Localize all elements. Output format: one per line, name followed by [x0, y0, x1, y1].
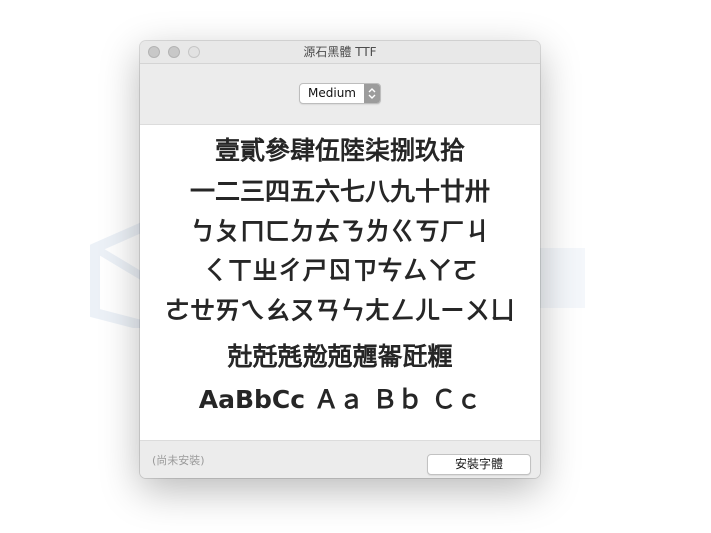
font-weight-select-value: Medium: [308, 86, 356, 100]
font-preview-window: 源石黑體 TTF Medium 壹貳參肆伍陸柒捌玖拾 一二三四五六七八九十廿卅 …: [140, 41, 540, 478]
window-title: 源石黑體 TTF: [303, 45, 377, 59]
preview-line: AaBbCc Ａａ Ｂｂ Ｃｃ: [198, 385, 482, 414]
footer-bar: (尚未安裝) 安裝字體: [140, 441, 540, 478]
preview-line: 壹貳參肆伍陸柒捌玖拾: [214, 136, 465, 165]
preview-line: ㄑㄒㄓㄔㄕㄖㄗㄘㄙㄚㄛ: [202, 256, 478, 285]
preview-line: ㄜㄝㄞㄟㄠㄡㄢㄣㄤㄥㄦㄧㄨㄩ: [164, 296, 515, 325]
toolbar: Medium: [140, 64, 540, 124]
preview-line: 一二三四五六七八九十廿卅: [189, 177, 490, 206]
install-font-button[interactable]: 安裝字體: [427, 454, 531, 475]
font-weight-select[interactable]: Medium: [299, 83, 381, 104]
install-status: (尚未安裝): [152, 454, 205, 467]
preview-line: ㄅㄆㄇㄈㄉㄊㄋㄌㄍㄎㄏㄐ: [189, 217, 490, 246]
font-preview-area: 壹貳參肆伍陸柒捌玖拾 一二三四五六七八九十廿卅 ㄅㄆㄇㄈㄉㄊㄋㄌㄍㄎㄏㄐ ㄑㄒㄓ…: [140, 124, 540, 441]
chevron-up-down-icon: [368, 88, 376, 99]
preview-line: 兙兛兞兝兡兣嗧瓩糎: [227, 342, 453, 371]
select-stepper-icon[interactable]: [364, 84, 380, 103]
title-bar[interactable]: 源石黑體 TTF: [140, 41, 540, 64]
